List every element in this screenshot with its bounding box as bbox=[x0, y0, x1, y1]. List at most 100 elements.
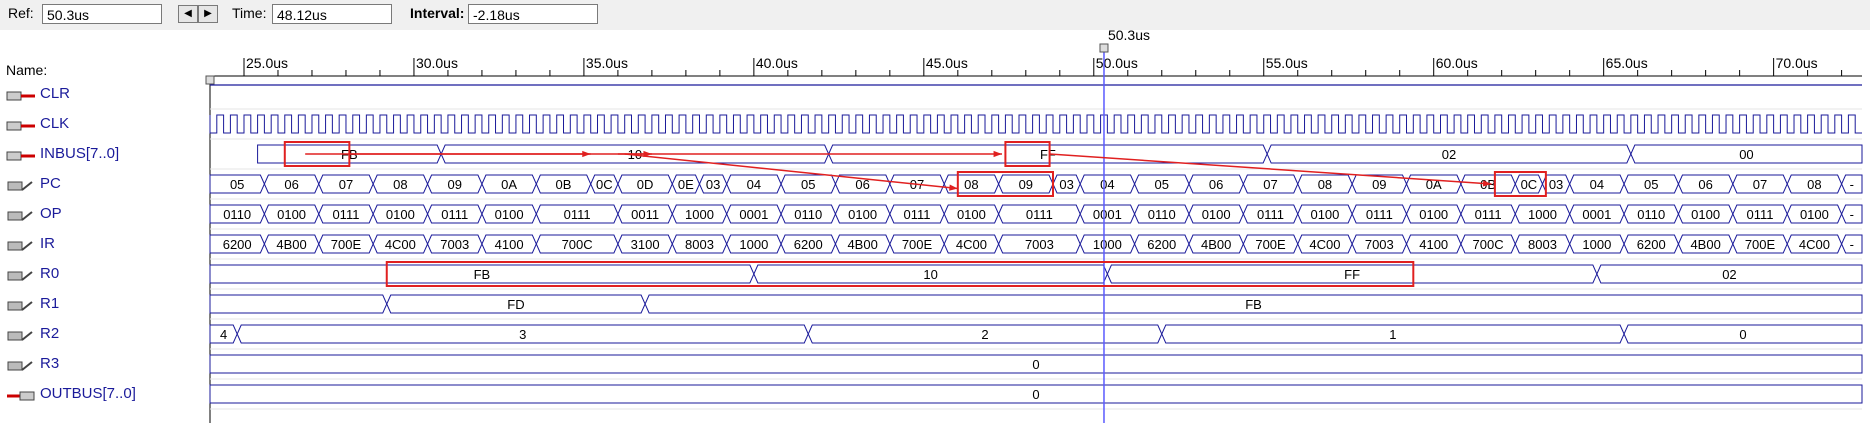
bus-value: 1000 bbox=[1582, 237, 1611, 252]
bus-value: 06 bbox=[1209, 177, 1223, 192]
bus-value: 09 bbox=[1019, 177, 1033, 192]
bus-value: 08 bbox=[964, 177, 978, 192]
bus-value: 04 bbox=[1590, 177, 1604, 192]
bus-value: 0110 bbox=[1637, 207, 1665, 222]
bus-value: 0110 bbox=[794, 207, 822, 222]
bus-segment bbox=[209, 294, 388, 314]
bus-value: 4B00 bbox=[847, 237, 877, 252]
bus-value: 0001 bbox=[1582, 207, 1611, 222]
waveform-r3[interactable]: 0 bbox=[209, 354, 1863, 374]
bus-value: 0110 bbox=[223, 207, 251, 222]
bus-value: FB bbox=[474, 267, 491, 282]
bus-value: 0A bbox=[501, 177, 517, 192]
bus-value: 0100 bbox=[1419, 207, 1448, 222]
bus-value: 04 bbox=[747, 177, 761, 192]
bus-value: 0 bbox=[1032, 387, 1039, 402]
bus-value: 8003 bbox=[1528, 237, 1557, 252]
bus-value: 4C00 bbox=[1799, 237, 1830, 252]
bus-value: 7003 bbox=[1365, 237, 1394, 252]
bus-value: 08 bbox=[393, 177, 407, 192]
bus-value: 6200 bbox=[1637, 237, 1666, 252]
waveform-r2[interactable]: 4 3 2 1 0 bbox=[209, 324, 1863, 344]
bus-value: 4100 bbox=[1419, 237, 1448, 252]
bus-value: 4B00 bbox=[1201, 237, 1231, 252]
bus-value: 6200 bbox=[794, 237, 823, 252]
bus-value: 7003 bbox=[1025, 237, 1054, 252]
bus-value: - bbox=[1850, 177, 1854, 192]
ruler-tick-label: 30.0us bbox=[416, 55, 458, 71]
bus-value: 06 bbox=[1698, 177, 1712, 192]
bus-value: 1000 bbox=[685, 207, 714, 222]
cursor-handle[interactable] bbox=[1099, 43, 1109, 53]
waveform-pc[interactable]: 05 06 07 08 09 0A 0B 0C 0D 0E 03 04 05 06 07 08 09 03 04 05… bbox=[209, 174, 1863, 194]
ruler-tick-label: 50.0us bbox=[1096, 55, 1138, 71]
bus-value: 1 bbox=[1389, 327, 1396, 342]
bus-value: 02 bbox=[1722, 267, 1736, 282]
bus-value: FF bbox=[1344, 267, 1360, 282]
bus-value: 04 bbox=[1100, 177, 1114, 192]
bus-value: 0111 bbox=[332, 207, 359, 222]
bus-value: 0111 bbox=[564, 207, 591, 222]
bus-value: 3 bbox=[519, 327, 526, 342]
bus-value: 4C00 bbox=[956, 237, 987, 252]
bus-value: 08 bbox=[1807, 177, 1821, 192]
ruler-tick-label: 25.0us bbox=[246, 55, 288, 71]
bus-value: 0100 bbox=[495, 207, 524, 222]
bus-value: 03 bbox=[1549, 177, 1563, 192]
bus-value: FD bbox=[507, 297, 524, 312]
bus-value: 03 bbox=[1059, 177, 1073, 192]
bus-value: 4 bbox=[220, 327, 227, 342]
bus-value: 07 bbox=[339, 177, 353, 192]
bus-value: 4C00 bbox=[1309, 237, 1340, 252]
bus-value: 05 bbox=[801, 177, 815, 192]
bus-value: 700E bbox=[902, 237, 933, 252]
bus-value: 0B bbox=[556, 177, 572, 192]
bus-value: 4B00 bbox=[1690, 237, 1720, 252]
bus-value: 0001 bbox=[739, 207, 768, 222]
waveform-r0[interactable]: FB 10 FF 02 bbox=[209, 264, 1863, 284]
bus-value: 0 bbox=[1739, 327, 1746, 342]
ruler-tick-label: 70.0us bbox=[1776, 55, 1818, 71]
bus-value: FB bbox=[1245, 297, 1262, 312]
ruler-tick-label: 45.0us bbox=[926, 55, 968, 71]
ruler-tick-label: 35.0us bbox=[586, 55, 628, 71]
waveform-clk[interactable] bbox=[209, 114, 1862, 134]
bus-value: 0C bbox=[596, 177, 613, 192]
waveform-ir[interactable]: 6200 4B00 700E 4C00 7003 4100 700C 3100 8003 1000… bbox=[209, 234, 1863, 254]
bus-value: 0100 bbox=[1202, 207, 1231, 222]
bus-value: 0110 bbox=[1148, 207, 1176, 222]
bus-value: 4C00 bbox=[385, 237, 416, 252]
bus-value: 07 bbox=[1753, 177, 1767, 192]
bus-value: 700E bbox=[1255, 237, 1286, 252]
waveform-op[interactable]: 0110 0100 0111 0100 0111 0100 0111 0011 1000 0001… bbox=[209, 204, 1863, 224]
bus-value: 1000 bbox=[1093, 237, 1122, 252]
bus-value: 1000 bbox=[1528, 207, 1557, 222]
ruler-tick-label: 65.0us bbox=[1606, 55, 1648, 71]
bus-value: 0100 bbox=[1691, 207, 1720, 222]
bus-value: 0111 bbox=[1026, 207, 1053, 222]
bus-value: 6200 bbox=[223, 237, 252, 252]
bus-value: 05 bbox=[230, 177, 244, 192]
bus-value: 0100 bbox=[1310, 207, 1339, 222]
bus-value: 7003 bbox=[440, 237, 469, 252]
bus-value: 0100 bbox=[386, 207, 415, 222]
bus-value: 00 bbox=[1739, 147, 1753, 162]
bus-value: 0111 bbox=[904, 207, 931, 222]
bus-value: 07 bbox=[1263, 177, 1277, 192]
bus-value: 0100 bbox=[277, 207, 306, 222]
bus-value: 700C bbox=[1473, 237, 1504, 252]
bus-value: 0 bbox=[1032, 357, 1039, 372]
bus-value: 0011 bbox=[631, 207, 659, 222]
bus-value: 0100 bbox=[1800, 207, 1829, 222]
bus-value: 0D bbox=[637, 177, 654, 192]
bus-value: 4B00 bbox=[276, 237, 306, 252]
ruler-tick-label: 60.0us bbox=[1436, 55, 1478, 71]
bus-value: 0111 bbox=[1366, 207, 1393, 222]
bus-value: 08 bbox=[1318, 177, 1332, 192]
waveform-r1[interactable]: FD FB bbox=[209, 294, 1863, 314]
bus-value: 0100 bbox=[957, 207, 986, 222]
waveform-outbus-7-0-[interactable]: 0 bbox=[209, 384, 1863, 404]
start-marker[interactable] bbox=[205, 75, 215, 85]
bus-value: - bbox=[1850, 237, 1854, 252]
waveform-canvas[interactable]: 25.0us 30.0us 35.0us 40.0us 45.0us 50.0us 55.0… bbox=[0, 0, 1870, 423]
